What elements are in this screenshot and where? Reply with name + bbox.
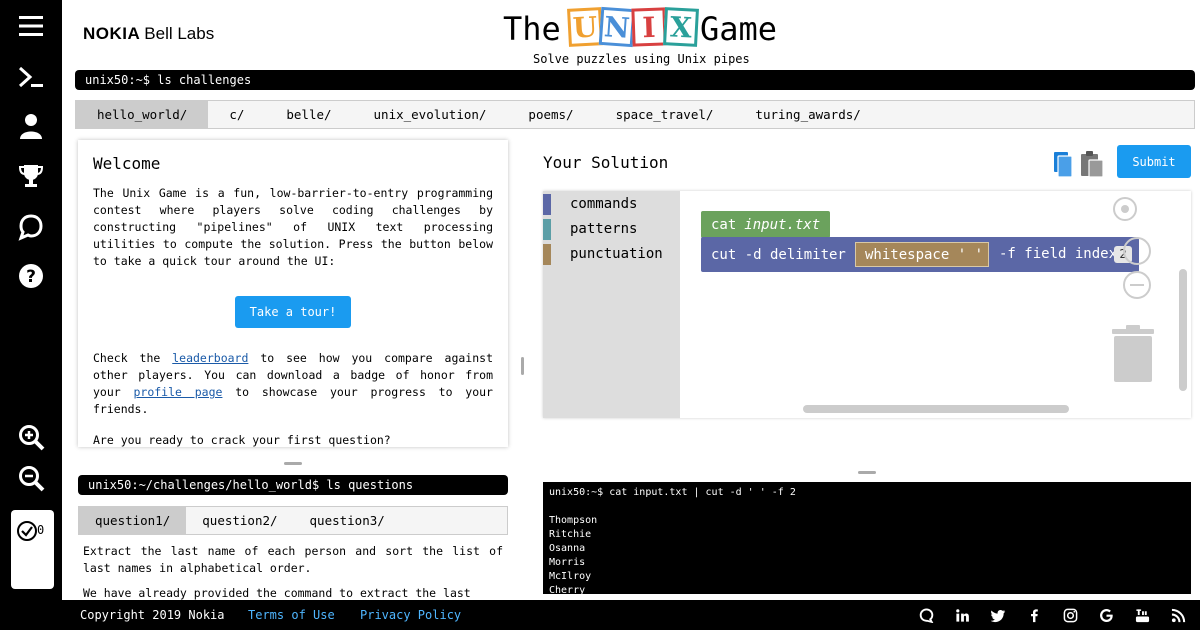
toolbox-category-patterns[interactable]: patterns [543, 218, 637, 240]
question-tabs: question1/ question2/ question3/ [78, 506, 508, 535]
tab-c[interactable]: c/ [208, 101, 265, 128]
tab-belle[interactable]: belle/ [265, 101, 352, 128]
welcome-leaderboard-text: Check the leaderboard to see how you com… [93, 350, 493, 418]
google-icon[interactable] [1098, 607, 1114, 623]
terminal-line: McIlroy [549, 571, 592, 582]
privacy-policy-link[interactable]: Privacy Policy [360, 608, 461, 622]
logo-lab: Bell Labs [144, 24, 215, 43]
right-resize-handle[interactable] [858, 471, 876, 474]
user-icon[interactable] [13, 108, 49, 144]
terms-of-use-link[interactable]: Terms of Use [248, 608, 335, 622]
toolbox-category-punctuation[interactable]: punctuation [543, 243, 663, 265]
solved-counter: 0 [11, 510, 54, 589]
commands-swatch [543, 193, 551, 215]
category-label: commands [570, 196, 638, 212]
challenge-tabs: hello_world/ c/ belle/ unix_evolution/ p… [75, 100, 1195, 129]
title-block-3: I [631, 7, 667, 47]
trophy-icon[interactable] [13, 158, 49, 194]
paste-icon[interactable] [1081, 151, 1104, 178]
terminal-output: unix50:~$ cat input.txt | cut -d ' ' -f … [543, 482, 1191, 594]
submit-button[interactable]: Submit [1117, 145, 1191, 178]
take-tour-button[interactable]: Take a tour! [235, 296, 351, 328]
field-index-label: -f field index [999, 246, 1118, 262]
category-label: punctuation [570, 246, 663, 262]
cat-command-block[interactable]: cat input.txt [701, 211, 831, 238]
block-toolbox: commands patterns punctuation [543, 191, 680, 418]
title-prefix: The [503, 10, 561, 48]
copy-icon[interactable] [1054, 152, 1073, 178]
game-title: The U N I X Game [500, 4, 790, 54]
zoom-in-icon[interactable] [13, 419, 49, 455]
twitter-icon[interactable] [990, 607, 1006, 623]
check-prefix: Check the [93, 351, 161, 365]
toolbox-category-commands[interactable]: commands [543, 193, 637, 215]
question-text-1: Extract the last name of each person and… [83, 544, 503, 575]
svg-text:?: ? [26, 267, 36, 287]
help-icon[interactable]: ? [13, 258, 49, 294]
patterns-swatch [543, 218, 551, 240]
left-resize-handle[interactable] [284, 462, 302, 465]
solved-count: 0 [37, 523, 45, 537]
social-links [898, 607, 1186, 623]
solution-title: Your Solution [543, 153, 669, 172]
title-suffix: Game [700, 10, 778, 48]
challenges-prompt: unix50:~$ ls challenges [75, 70, 1195, 90]
terminal-line: Thompson [549, 515, 598, 526]
discourse-icon[interactable] [918, 607, 934, 623]
blockly-workspace: commands patterns punctuation cat input.t… [543, 191, 1191, 418]
copyright: Copyright 2019 Nokia [80, 608, 225, 622]
subtitle: Solve puzzles using Unix pipes [533, 52, 750, 66]
cat-label: cat [711, 216, 737, 233]
linkedin-icon[interactable] [954, 607, 970, 623]
cut-label: cut -d delimiter [711, 246, 846, 263]
profile-page-link[interactable]: profile page [133, 385, 222, 399]
clipboard-controls [1050, 148, 1108, 180]
tab-turing-awards[interactable]: turing_awards/ [734, 101, 881, 128]
tab-space-travel[interactable]: space_travel/ [595, 101, 735, 128]
field-index-input[interactable]: 2 [1114, 246, 1132, 263]
zoom-out-icon[interactable] [13, 460, 49, 496]
title-block-4: X [663, 7, 699, 47]
terminal-icon[interactable] [13, 59, 49, 95]
instagram-icon[interactable] [1062, 607, 1078, 623]
punctuation-swatch [543, 243, 551, 265]
terminal-line: Osanna [549, 543, 586, 554]
cat-argument: input.txt [744, 216, 821, 233]
terminal-line: Cherry [549, 585, 586, 594]
facebook-icon[interactable] [1026, 607, 1042, 623]
welcome-ready: Are you ready to crack your first questi… [93, 433, 391, 447]
leaderboard-link[interactable]: leaderboard [172, 351, 248, 365]
tab-question1[interactable]: question1/ [79, 507, 187, 534]
tab-poems[interactable]: poems/ [507, 101, 594, 128]
welcome-intro: The Unix Game is a fun, low-barrier-to-e… [93, 186, 493, 268]
terminal-line: Morris [549, 557, 586, 568]
tab-unix-evolution[interactable]: unix_evolution/ [353, 101, 508, 128]
title-block-2: N [598, 6, 636, 48]
tab-question2[interactable]: question2/ [186, 507, 293, 534]
welcome-title: Welcome [93, 154, 161, 173]
tab-hello-world[interactable]: hello_world/ [76, 101, 209, 128]
sidebar: ? 0 [0, 0, 62, 630]
vertical-resize-handle[interactable] [521, 357, 524, 375]
tab-question3[interactable]: question3/ [294, 507, 401, 534]
footer: Copyright 2019 Nokia Terms of Use Privac… [62, 600, 1200, 630]
category-label: patterns [570, 221, 638, 237]
terminal-command: unix50:~$ cat input.txt | cut -d ' ' -f … [549, 487, 796, 498]
youtube-icon[interactable] [1134, 607, 1150, 623]
welcome-panel: Welcome The Unix Game is a fun, low-barr… [78, 140, 508, 447]
logo-brand: NOKIA [83, 24, 141, 43]
terminal-line: Ritchie [549, 529, 592, 540]
nokia-bell-labs-logo[interactable]: NOKIA Bell Labs [83, 24, 214, 44]
check-circle-icon [17, 521, 37, 541]
whitespace-delimiter-block[interactable]: whitespace ' ' [855, 242, 989, 267]
questions-prompt: unix50:~/challenges/hello_world$ ls ques… [78, 475, 508, 495]
title-block-1: U [567, 7, 603, 47]
chat-icon[interactable] [13, 209, 49, 245]
menu-icon[interactable] [13, 8, 49, 44]
rss-icon[interactable] [1170, 607, 1186, 623]
